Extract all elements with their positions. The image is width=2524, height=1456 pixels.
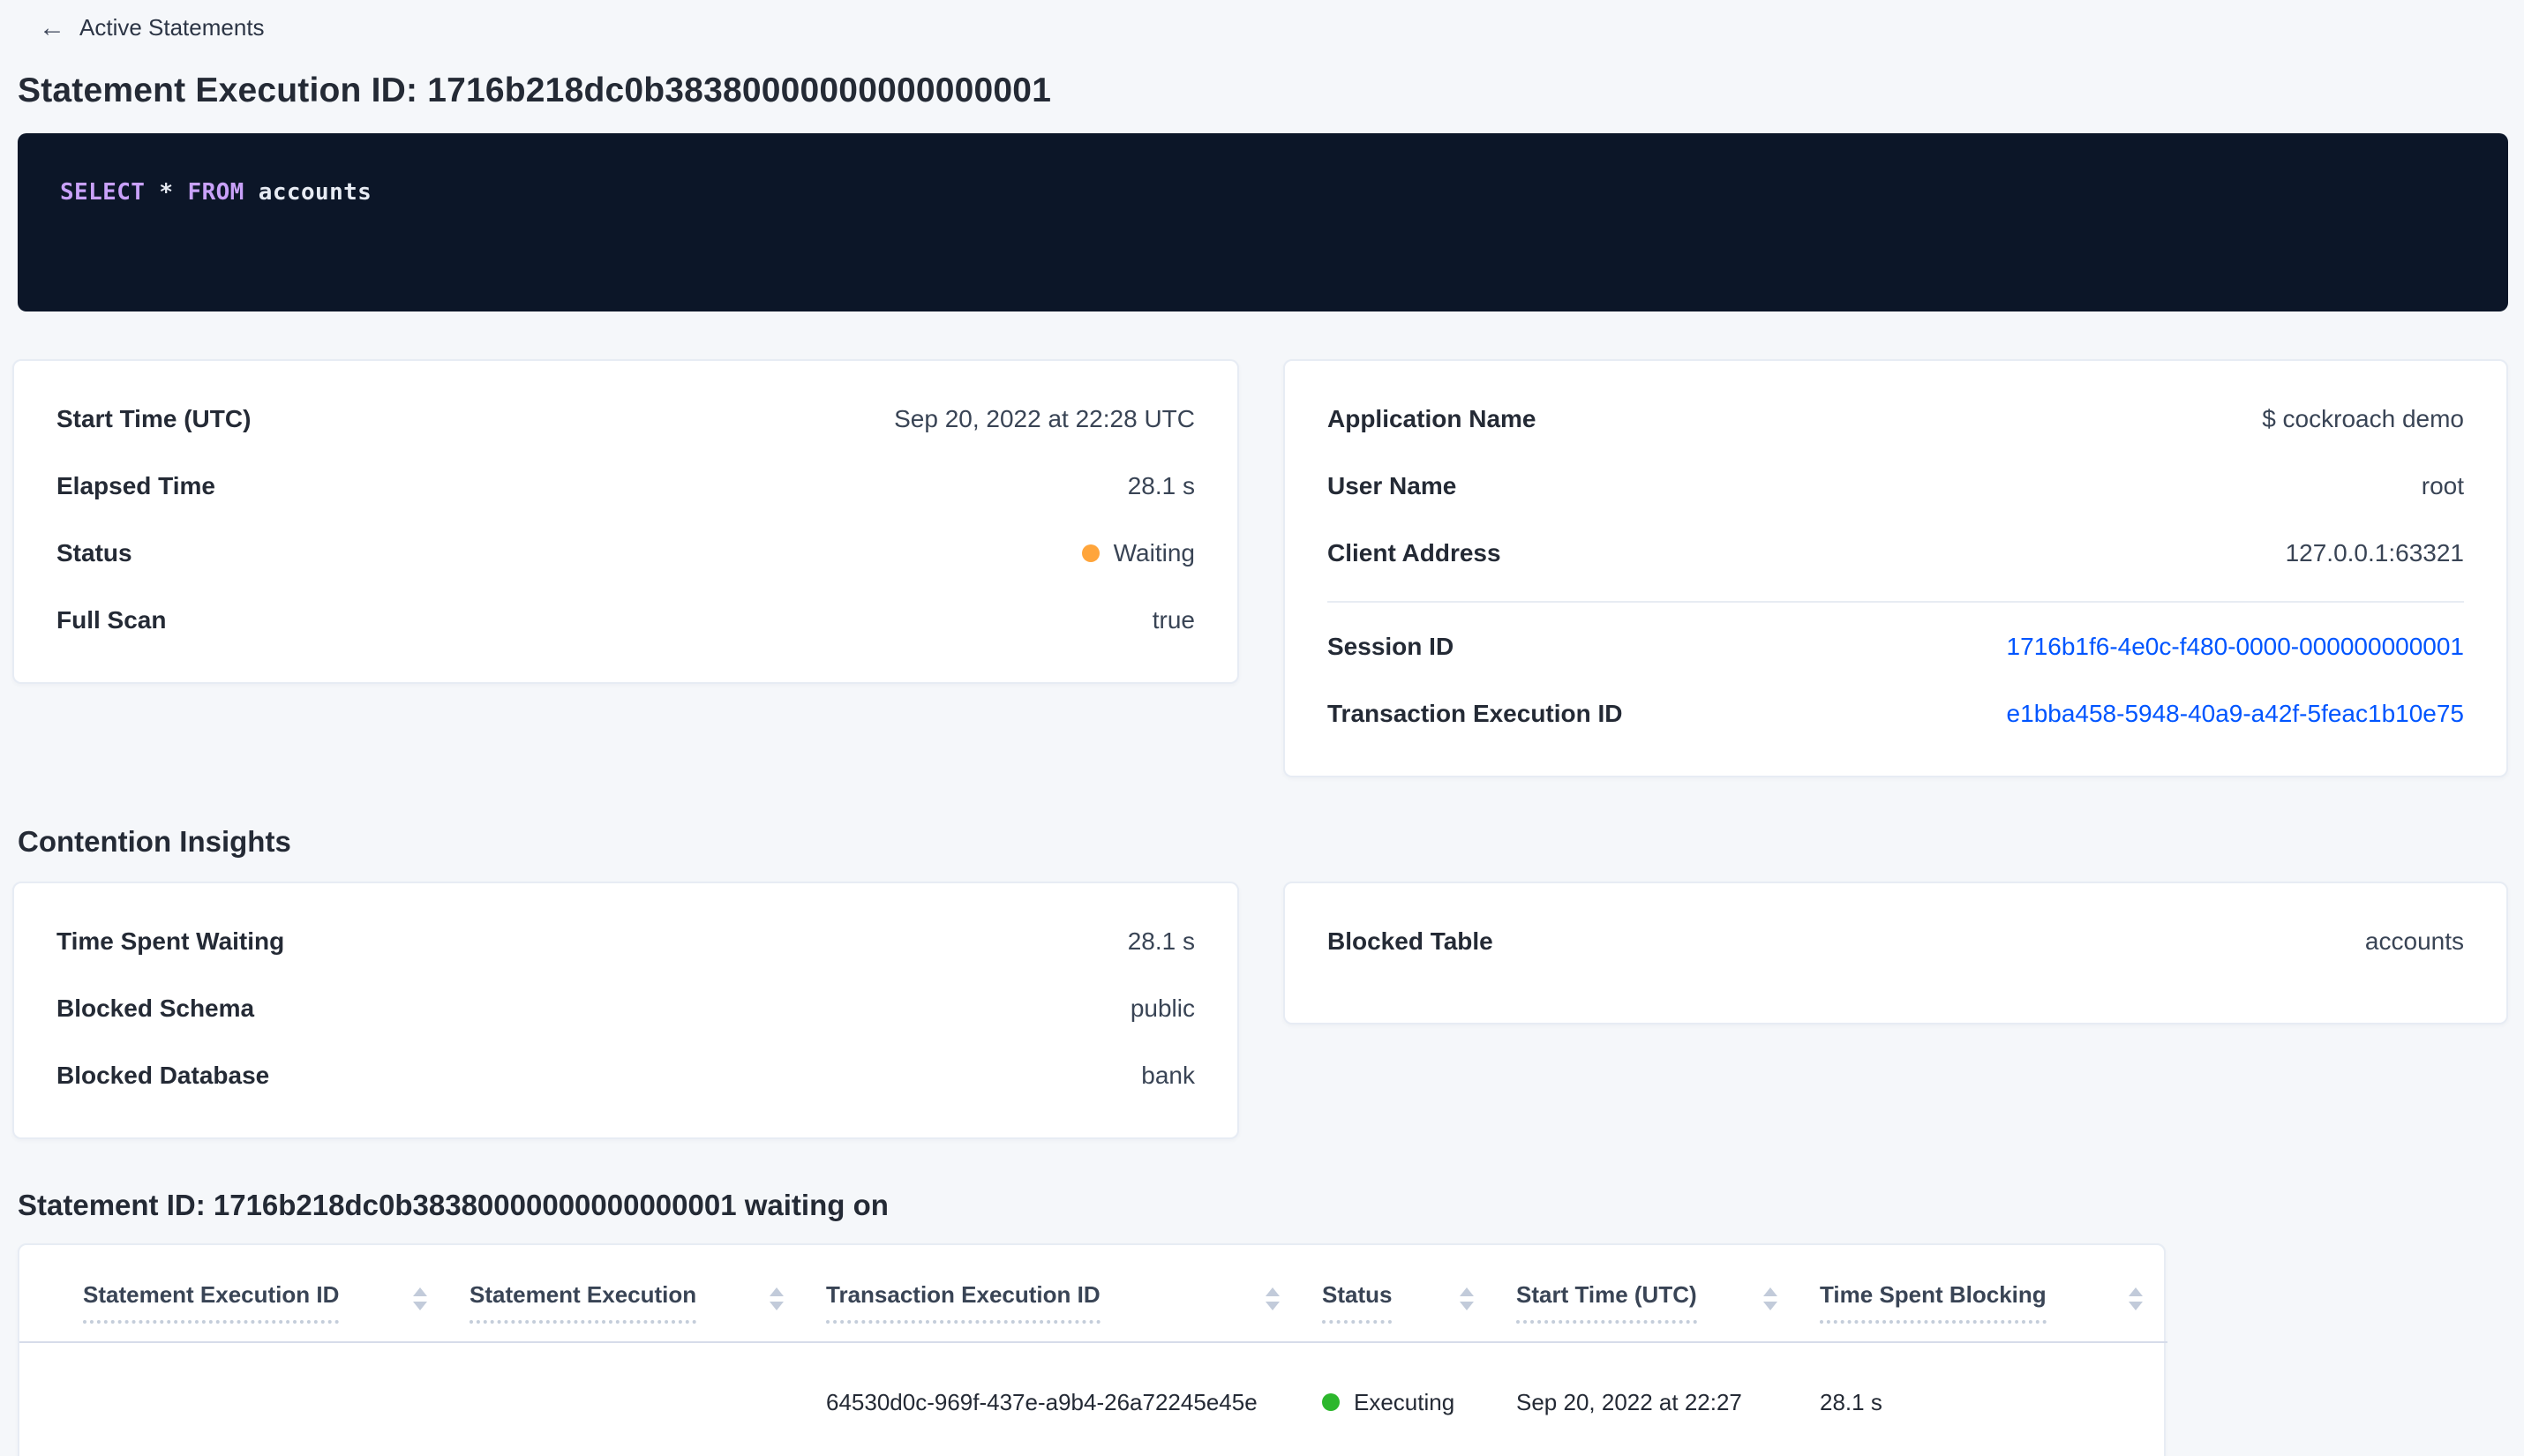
application-name-value: $ cockroach demo — [2262, 405, 2464, 432]
blocked-table-label: Blocked Table — [1327, 927, 1493, 955]
table-header-row: Statement Execution ID Statement Executi… — [19, 1245, 2167, 1343]
cell-statement-execution-id — [19, 1341, 452, 1456]
column-header-transaction-execution-id[interactable]: Transaction Execution ID — [808, 1245, 1304, 1343]
sort-icon[interactable] — [1460, 1287, 1484, 1310]
cell-status: Executing — [1304, 1341, 1499, 1456]
statement-execution-details-page: ← Active Statements Statement Execution … — [0, 0, 2524, 1456]
full-scan-label: Full Scan — [56, 606, 167, 634]
row-blocked-table: Blocked Table accounts — [1327, 908, 2464, 975]
row-session-id: Session ID 1716b1f6-4e0c-f480-0000-00000… — [1327, 613, 2464, 680]
executing-status-value: Executing — [1354, 1388, 1455, 1415]
sql-keyword-select: SELECT — [60, 179, 146, 206]
start-time-header-label[interactable]: Start Time (UTC) — [1516, 1280, 1697, 1324]
blocked-database-value: bank — [1141, 1062, 1195, 1089]
transaction-execution-id-link[interactable]: e1bba458-5948-40a9-a42f-5feac1b10e75 — [2007, 700, 2464, 728]
column-header-start-time[interactable]: Start Time (UTC) — [1499, 1245, 1802, 1343]
time-spent-waiting-value: 28.1 s — [1127, 927, 1195, 955]
execution-overview-card: Start Time (UTC) Sep 20, 2022 at 22:28 U… — [12, 359, 1239, 684]
statement-execution-id-header-label[interactable]: Statement Execution ID — [83, 1280, 340, 1324]
row-application-name: Application Name $ cockroach demo — [1327, 386, 2464, 453]
waiting-on-table: Statement Execution ID Statement Executi… — [19, 1245, 2167, 1456]
row-transaction-execution-id: Transaction Execution ID e1bba458-5948-4… — [1327, 680, 2464, 747]
row-start-time: Start Time (UTC) Sep 20, 2022 at 22:28 U… — [56, 386, 1195, 453]
session-id-link[interactable]: 1716b1f6-4e0c-f480-0000-000000000001 — [2007, 633, 2464, 661]
sort-icon[interactable] — [2129, 1287, 2153, 1310]
waiting-on-table-card: Statement Execution ID Statement Executi… — [18, 1243, 2167, 1456]
sort-icon[interactable] — [1763, 1287, 1788, 1310]
sort-icon[interactable] — [413, 1287, 438, 1310]
executing-status-dot-icon — [1322, 1393, 1340, 1411]
row-full-scan: Full Scan true — [56, 587, 1195, 654]
start-time-value: Sep 20, 2022 at 22:28 UTC — [894, 405, 1195, 432]
cell-start-time: Sep 20, 2022 at 22:27 — [1499, 1341, 1802, 1456]
sql-statement-box: SELECT * FROM accounts — [18, 133, 2508, 311]
status-header-label[interactable]: Status — [1322, 1280, 1393, 1324]
transaction-execution-id-label: Transaction Execution ID — [1327, 700, 1623, 727]
sort-icon[interactable] — [1266, 1287, 1290, 1310]
status-badge: Waiting — [1081, 539, 1195, 567]
contention-right-card: Blocked Table accounts — [1283, 882, 2508, 1024]
blocked-schema-value: public — [1130, 994, 1195, 1022]
transaction-execution-id-header-label[interactable]: Transaction Execution ID — [826, 1280, 1100, 1324]
client-address-value: 127.0.0.1:63321 — [2285, 539, 2464, 567]
time-spent-blocking-header-label[interactable]: Time Spent Blocking — [1820, 1280, 2047, 1324]
sql-keyword-from: FROM — [187, 179, 244, 206]
client-address-label: Client Address — [1327, 539, 1501, 567]
status-value: Waiting — [1113, 539, 1195, 567]
status-label: Status — [56, 539, 132, 567]
blocked-schema-label: Blocked Schema — [56, 994, 255, 1022]
page-title: Statement Execution ID: 1716b218dc0b3838… — [18, 71, 1052, 109]
card-divider — [1327, 601, 2464, 603]
contention-insights-heading: Contention Insights — [18, 825, 291, 858]
row-time-spent-waiting: Time Spent Waiting 28.1 s — [56, 908, 1195, 975]
elapsed-time-label: Elapsed Time — [56, 472, 216, 499]
sql-star: * — [159, 179, 174, 206]
full-scan-value: true — [1152, 606, 1195, 634]
sql-table-name: accounts — [258, 179, 372, 206]
session-id-label: Session ID — [1327, 633, 1454, 660]
start-time-label: Start Time (UTC) — [56, 405, 252, 432]
elapsed-time-value: 28.1 s — [1127, 472, 1195, 499]
sort-icon[interactable] — [770, 1287, 794, 1310]
column-header-statement-execution-id[interactable]: Statement Execution ID — [19, 1245, 452, 1343]
contention-cards-row: Time Spent Waiting 28.1 s Blocked Schema… — [12, 882, 2508, 1139]
user-name-value: root — [2421, 472, 2464, 499]
row-client-address: Client Address 127.0.0.1:63321 — [1327, 520, 2464, 587]
waiting-on-heading: Statement ID: 1716b218dc0b38380000000000… — [18, 1189, 889, 1221]
row-elapsed-time: Elapsed Time 28.1 s — [56, 453, 1195, 520]
column-header-status[interactable]: Status — [1304, 1245, 1499, 1343]
cell-transaction-execution-id: 64530d0c-969f-437e-a9b4-26a72245e45e — [808, 1341, 1304, 1456]
blocked-database-label: Blocked Database — [56, 1062, 270, 1089]
cell-statement-execution — [452, 1341, 808, 1456]
arrow-left-icon: ← — [39, 12, 65, 42]
row-status: Status Waiting — [56, 520, 1195, 587]
contention-left-card: Time Spent Waiting 28.1 s Blocked Schema… — [12, 882, 1239, 1139]
column-header-statement-execution[interactable]: Statement Execution — [452, 1245, 808, 1343]
waiting-status-dot-icon — [1081, 544, 1100, 562]
summary-cards-row: Start Time (UTC) Sep 20, 2022 at 22:28 U… — [12, 359, 2508, 777]
blocked-table-value: accounts — [2364, 927, 2464, 955]
statement-execution-header-label[interactable]: Statement Execution — [469, 1280, 697, 1324]
sql-statement-text: SELECT * FROM accounts — [60, 179, 372, 206]
session-details-card: Application Name $ cockroach demo User N… — [1283, 359, 2508, 777]
time-spent-waiting-label: Time Spent Waiting — [56, 927, 285, 955]
back-to-active-statements-link[interactable]: ← Active Statements — [39, 14, 265, 41]
row-blocked-schema: Blocked Schema public — [56, 975, 1195, 1042]
row-blocked-database: Blocked Database bank — [56, 1042, 1195, 1109]
row-user-name: User Name root — [1327, 453, 2464, 520]
application-name-label: Application Name — [1327, 405, 1536, 432]
cell-time-spent-blocking: 28.1 s — [1802, 1341, 2167, 1456]
back-link-label: Active Statements — [79, 14, 265, 41]
column-header-time-spent-blocking[interactable]: Time Spent Blocking — [1802, 1245, 2167, 1343]
table-row: 64530d0c-969f-437e-a9b4-26a72245e45e Exe… — [19, 1341, 2167, 1456]
user-name-label: User Name — [1327, 472, 1457, 499]
